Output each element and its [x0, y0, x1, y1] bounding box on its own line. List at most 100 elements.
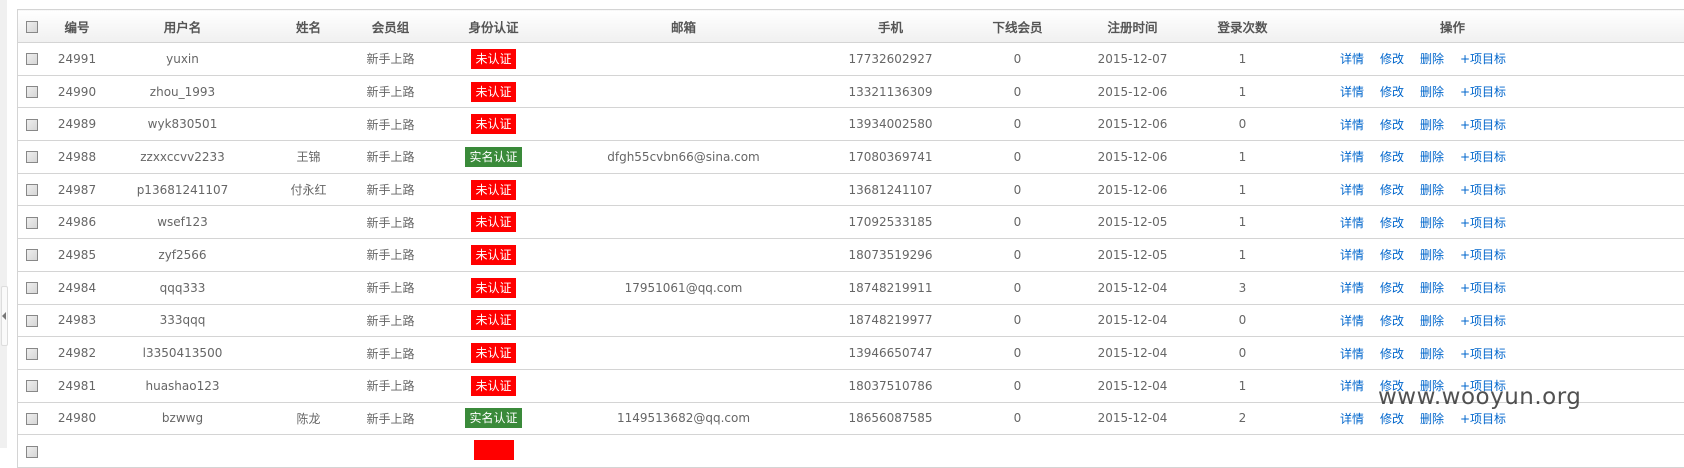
member-id-cell: 24981 — [46, 369, 109, 402]
member-group: 新手上路 — [366, 412, 414, 426]
edit-link[interactable]: 修改 — [1380, 52, 1404, 66]
username: zhou_1993 — [150, 85, 215, 99]
detail-link[interactable]: 详情 — [1340, 183, 1364, 197]
add-project-target-link[interactable]: +项目标 — [1460, 183, 1506, 197]
delete-link[interactable]: 删除 — [1420, 150, 1444, 164]
add-project-target-link[interactable]: +项目标 — [1460, 248, 1506, 262]
add-project-target-link[interactable]: +项目标 — [1460, 281, 1506, 295]
add-project-target-link[interactable]: +项目标 — [1460, 216, 1506, 230]
row-checkbox[interactable] — [26, 348, 38, 360]
email-cell — [567, 43, 801, 76]
delete-link[interactable]: 删除 — [1420, 52, 1444, 66]
real-name-cell — [257, 43, 361, 76]
add-project-target-link[interactable]: +项目标 — [1460, 118, 1506, 132]
actions-cell: 详情 修改 删除 +项目标 — [1275, 173, 1631, 206]
detail-link[interactable]: 详情 — [1340, 347, 1364, 361]
detail-link[interactable]: 详情 — [1340, 412, 1364, 426]
auth-status-badge — [474, 440, 514, 460]
edit-link[interactable]: 修改 — [1380, 216, 1404, 230]
detail-link[interactable]: 详情 — [1340, 85, 1364, 99]
member-id-cell: 24984 — [46, 271, 109, 304]
delete-link[interactable]: 删除 — [1420, 347, 1444, 361]
username-cell: yuxin — [109, 43, 257, 76]
member-id: 24985 — [58, 248, 96, 262]
downline-count: 0 — [1014, 183, 1022, 197]
downline-count-cell: 0 — [981, 402, 1055, 435]
username: p13681241107 — [137, 183, 229, 197]
edit-link[interactable]: 修改 — [1380, 118, 1404, 132]
detail-link[interactable]: 详情 — [1340, 248, 1364, 262]
edit-link[interactable]: 修改 — [1380, 248, 1404, 262]
add-project-target-link[interactable]: +项目标 — [1460, 412, 1506, 426]
member-group-cell: 新手上路 — [361, 337, 421, 370]
add-project-target-link[interactable]: +项目标 — [1460, 150, 1506, 164]
detail-link[interactable]: 详情 — [1340, 379, 1364, 393]
username-cell: p13681241107 — [109, 173, 257, 206]
delete-link[interactable]: 删除 — [1420, 216, 1444, 230]
row-checkbox[interactable] — [26, 315, 38, 327]
row-checkbox[interactable] — [26, 184, 38, 196]
add-project-target-link[interactable]: +项目标 — [1460, 85, 1506, 99]
member-id-cell: 24982 — [46, 337, 109, 370]
delete-link[interactable]: 删除 — [1420, 118, 1444, 132]
edit-link[interactable]: 修改 — [1380, 347, 1404, 361]
detail-link[interactable]: 详情 — [1340, 281, 1364, 295]
delete-link[interactable]: 删除 — [1420, 314, 1444, 328]
email-cell — [567, 206, 801, 239]
member-id-cell: 24985 — [46, 239, 109, 272]
detail-link[interactable]: 详情 — [1340, 52, 1364, 66]
auth-cell: 未认证 — [421, 369, 567, 402]
delete-link[interactable]: 删除 — [1420, 183, 1444, 197]
detail-link[interactable]: 详情 — [1340, 216, 1364, 230]
row-checkbox[interactable] — [26, 217, 38, 229]
member-id: 24991 — [58, 52, 96, 66]
delete-link[interactable]: 删除 — [1420, 412, 1444, 426]
row-checkbox[interactable] — [26, 249, 38, 261]
add-project-target-link[interactable]: +项目标 — [1460, 314, 1506, 328]
downline-count: 0 — [1014, 281, 1022, 295]
phone-cell: 18748219911 — [801, 271, 981, 304]
actions-cell: 详情 修改 删除 +项目标 — [1275, 108, 1631, 141]
real-name-cell — [257, 206, 361, 239]
select-all-checkbox[interactable] — [26, 21, 38, 33]
add-project-target-link[interactable]: +项目标 — [1460, 52, 1506, 66]
register-date: 2015-12-06 — [1098, 117, 1168, 131]
row-checkbox[interactable] — [26, 380, 38, 392]
row-select-cell — [18, 141, 46, 174]
auth-cell: 未认证 — [421, 108, 567, 141]
row-checkbox[interactable] — [26, 282, 38, 294]
delete-link[interactable]: 删除 — [1420, 85, 1444, 99]
row-checkbox[interactable] — [26, 53, 38, 65]
edit-link[interactable]: 修改 — [1380, 281, 1404, 295]
row-checkbox[interactable] — [26, 413, 38, 425]
detail-link[interactable]: 详情 — [1340, 314, 1364, 328]
login-count: 0 — [1239, 346, 1247, 360]
row-checkbox[interactable] — [26, 119, 38, 131]
row-checkbox[interactable] — [26, 151, 38, 163]
edit-link[interactable]: 修改 — [1380, 412, 1404, 426]
member-group: 新手上路 — [366, 314, 414, 328]
collapse-sidebar-toggle[interactable] — [1, 286, 8, 346]
register-date: 2015-12-04 — [1098, 346, 1168, 360]
edit-link[interactable]: 修改 — [1380, 85, 1404, 99]
email-cell — [567, 369, 801, 402]
real-name-cell — [257, 369, 361, 402]
detail-link[interactable]: 详情 — [1340, 118, 1364, 132]
member-id-cell: 24986 — [46, 206, 109, 239]
delete-link[interactable]: 删除 — [1420, 281, 1444, 295]
auth-status-badge: 未认证 — [471, 310, 515, 330]
edit-link[interactable]: 修改 — [1380, 183, 1404, 197]
downline-count-cell: 0 — [981, 271, 1055, 304]
add-project-target-link[interactable]: +项目标 — [1460, 347, 1506, 361]
actions-cell: 详情 修改 删除 +项目标 — [1275, 43, 1631, 76]
actions-cell: 详情 修改 删除 +项目标 — [1275, 239, 1631, 272]
auth-status-badge: 实名认证 — [465, 408, 521, 428]
row-checkbox[interactable] — [26, 446, 38, 458]
downline-count-cell: 0 — [981, 141, 1055, 174]
edit-link[interactable]: 修改 — [1380, 314, 1404, 328]
delete-link[interactable]: 删除 — [1420, 248, 1444, 262]
edit-link[interactable]: 修改 — [1380, 150, 1404, 164]
row-checkbox[interactable] — [26, 86, 38, 98]
detail-link[interactable]: 详情 — [1340, 150, 1364, 164]
username: qqq333 — [160, 281, 206, 295]
